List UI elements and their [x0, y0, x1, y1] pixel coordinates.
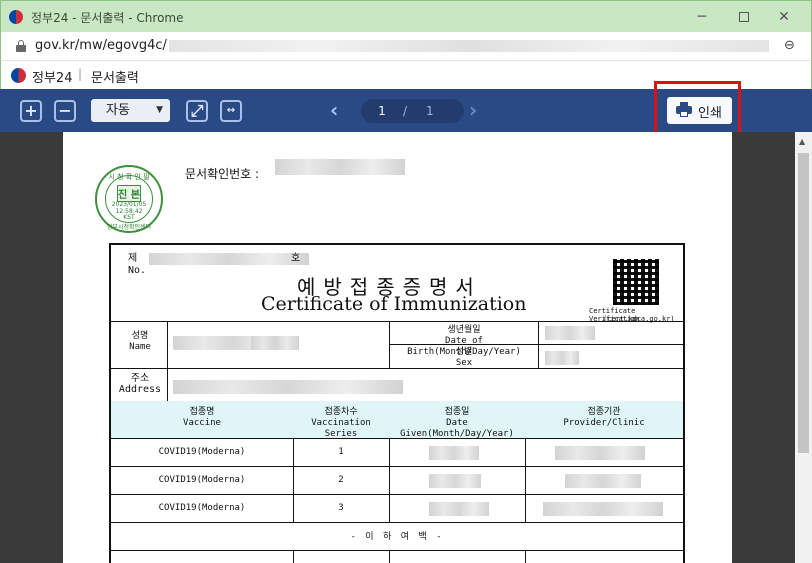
redacted-provider-3 — [543, 502, 663, 516]
current-page-input[interactable]: 1 — [376, 104, 388, 118]
stamp-top-text: 시 청 확 인 필 — [108, 173, 150, 181]
gov24-favicon-icon — [9, 10, 23, 24]
row2-vaccine: COVID19(Moderna) — [158, 475, 246, 485]
site-brand[interactable]: 정부24 — [32, 67, 72, 86]
row3-series: 3 — [338, 503, 344, 513]
page-indicator[interactable]: 1 / 1 — [361, 99, 464, 123]
zoom-select-value: 자동 — [106, 103, 130, 118]
redacted-doc-number — [275, 159, 405, 175]
chevron-down-icon: ▼ — [156, 105, 163, 115]
qr-code-icon — [613, 259, 659, 305]
certificate-form: 제 No. 호 예방접종증명서 Certificate of Immunizati… — [109, 243, 685, 563]
window-title: 정부24 - 문서출력 - Chrome — [31, 11, 184, 25]
redacted-address — [173, 380, 403, 394]
stamp-tz: KST — [123, 214, 135, 221]
browser-title-bar: 정부24 - 문서출력 - Chrome ─ ✕ — [0, 0, 812, 32]
vertical-scrollbar[interactable]: ▲ — [795, 132, 812, 563]
col-series: 접종차수 Vaccination Series — [311, 407, 371, 439]
row3-vaccine: COVID19(Moderna) — [158, 503, 246, 513]
redacted-date-1 — [429, 446, 479, 460]
fit-page-button[interactable]: ⤢ — [186, 100, 208, 122]
redacted-name-english — [251, 336, 299, 350]
col-date-given: 접종일 Date Given(Month/Day/Year) — [400, 407, 514, 439]
total-pages: 1 — [426, 104, 434, 118]
fit-width-button[interactable]: ↔ — [220, 100, 242, 122]
scrollbar-thumb[interactable] — [798, 153, 809, 453]
row1-series: 1 — [338, 447, 344, 457]
stamp-center-text: 진 본 — [117, 185, 141, 202]
next-page-button[interactable]: › — [469, 98, 477, 122]
previous-page-button[interactable]: ‹ — [330, 98, 338, 122]
gov24-logo-icon[interactable] — [11, 68, 26, 83]
minimize-button[interactable]: ─ — [687, 5, 717, 29]
zoom-select[interactable]: 자동 ▼ — [91, 99, 170, 122]
cert-number-label: 제 No. — [128, 253, 147, 276]
name-label: 성명 Name — [129, 331, 151, 352]
maximize-button[interactable] — [729, 5, 759, 29]
document-page: 시 청 확 인 필 진 본 2023/01/05 12:58:42 KST 정부… — [63, 132, 732, 563]
zoom-in-button[interactable]: + — [20, 100, 42, 122]
stamp-bottom-text: 정부시청확인센터 — [106, 224, 152, 231]
document-viewer: 시 청 확 인 필 진 본 2023/01/05 12:58:42 KST 정부… — [0, 132, 812, 563]
redacted-url-rest — [169, 40, 769, 52]
lock-icon[interactable] — [16, 40, 26, 52]
redacted-date-2 — [429, 474, 481, 488]
cert-number-suffix: 호 — [291, 253, 301, 264]
redacted-dob — [545, 326, 595, 340]
page-title: 문서출력 — [91, 71, 139, 86]
address-bar[interactable]: gov.kr/mw/egovg4c/ ⊖ — [0, 32, 812, 60]
url-text[interactable]: gov.kr/mw/egovg4c/ — [35, 38, 167, 53]
zoom-out-button[interactable]: − — [54, 100, 76, 122]
end-of-list-mark: - 이 하 여 백 - — [350, 532, 444, 542]
sex-label: 성별 Sex — [455, 347, 473, 368]
row1-vaccine: COVID19(Moderna) — [158, 447, 246, 457]
stamp-date: 2023/01/05 — [111, 201, 147, 208]
redacted-provider-1 — [555, 446, 645, 460]
col-provider: 접종기관 Provider/Clinic — [563, 407, 645, 428]
row2-series: 2 — [338, 475, 344, 485]
redacted-cert-number — [149, 253, 309, 265]
close-window-button[interactable]: ✕ — [769, 5, 799, 29]
col-vaccine: 접종명 Vaccine — [183, 407, 221, 428]
redacted-sex — [545, 351, 579, 365]
verification-stamp: 시 청 확 인 필 진 본 2023/01/05 12:58:42 KST 정부… — [95, 165, 163, 233]
page-separator: / — [403, 104, 408, 118]
maximize-icon — [739, 12, 749, 22]
cert-title-english: Certificate of Immunization — [261, 293, 527, 315]
address-label: 주소 Address — [118, 373, 162, 395]
qr-caption-url: (cert.kdca.go.kr) — [603, 315, 675, 323]
header-separator: | — [78, 67, 83, 81]
redacted-date-3 — [429, 502, 489, 516]
scroll-up-icon[interactable]: ▲ — [799, 137, 805, 146]
zoom-icon[interactable]: ⊖ — [784, 38, 795, 53]
doc-number-label: 문서확인번호 : — [185, 167, 260, 181]
redacted-provider-2 — [565, 474, 641, 488]
